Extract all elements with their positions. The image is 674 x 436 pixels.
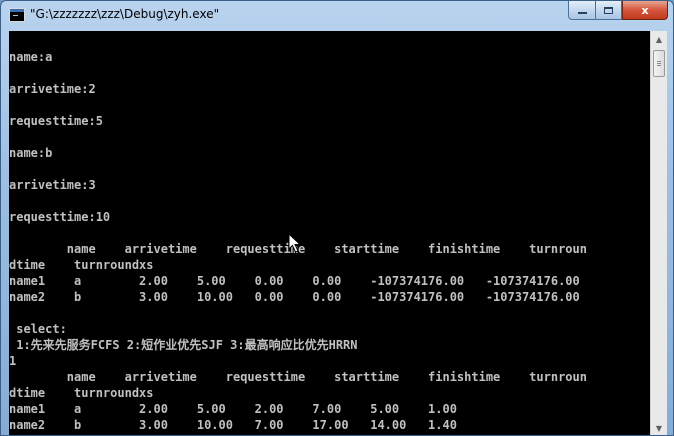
- caption-buttons: x: [568, 1, 668, 21]
- table-row: name2 b 3.00 10.00 7.00 17.00 14.00 1.40: [9, 418, 457, 432]
- title-bar[interactable]: "G:\zzzzzzz\zzz\Debug\zyh.exe" x: [1, 1, 673, 31]
- scroll-up-arrow-icon[interactable]: ▲: [651, 31, 667, 48]
- grip-line: [657, 63, 661, 64]
- close-button[interactable]: x: [622, 1, 668, 20]
- table-header-line: name arrivetime requesttime starttime fi…: [9, 370, 587, 384]
- close-icon: x: [641, 3, 649, 17]
- window-title: "G:\zzzzzzz\zzz\Debug\zyh.exe": [30, 7, 220, 21]
- minimize-icon: [577, 12, 587, 14]
- maximize-button[interactable]: [595, 1, 622, 20]
- grip-line: [657, 61, 661, 62]
- user-input-line: 1: [9, 354, 17, 368]
- console-line: requesttime:5: [9, 114, 103, 128]
- window-frame-edge: [667, 31, 673, 435]
- table-header-wrap-line: dtime turnroundxs: [9, 386, 154, 400]
- scroll-down-arrow-icon[interactable]: ▼: [651, 420, 667, 435]
- minimize-button[interactable]: [568, 1, 595, 20]
- console-line: arrivetime:3: [9, 178, 96, 192]
- vertical-scrollbar[interactable]: ▲ ▼: [650, 31, 667, 435]
- table-row: name1 a 2.00 5.00 0.00 0.00 -107374176.0…: [9, 274, 580, 288]
- console-line: arrivetime:2: [9, 82, 96, 96]
- maximize-icon: [604, 6, 613, 14]
- console-line: name:a: [9, 50, 53, 64]
- table-header-wrap-line: dtime turnroundxs: [9, 258, 154, 272]
- select-prompt: select:: [9, 322, 67, 336]
- table-row: name2 b 3.00 10.00 0.00 0.00 -107374176.…: [9, 290, 580, 304]
- console-app-icon: [9, 8, 25, 22]
- console-line: requesttime:10: [9, 210, 111, 224]
- console-output[interactable]: name:a arrivetime:2 requesttime:5 name:b…: [9, 31, 650, 435]
- console-window: "G:\zzzzzzz\zzz\Debug\zyh.exe" x name:a …: [0, 0, 674, 436]
- scrollbar-thumb[interactable]: [653, 50, 665, 77]
- table-row: name1 a 2.00 5.00 2.00 7.00 5.00 1.00: [9, 402, 457, 416]
- grip-line: [657, 65, 661, 66]
- console-line: name:b: [9, 146, 53, 160]
- mouse-pointer-icon: [288, 233, 302, 253]
- menu-options: 1:先来先服务FCFS 2:短作业优先SJF 3:最高响应比优先HRRN: [9, 338, 358, 352]
